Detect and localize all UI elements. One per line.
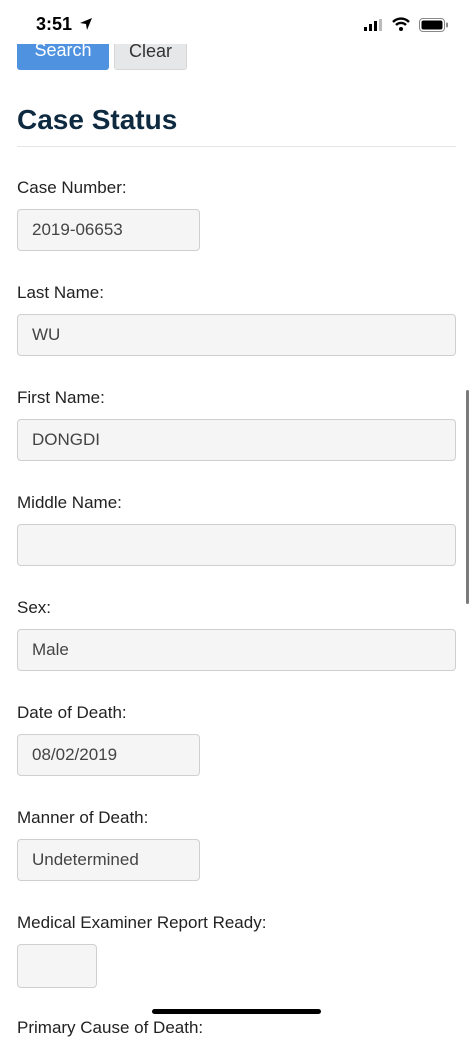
primary-cause-label: Primary Cause of Death:	[17, 1018, 204, 1037]
first-name-field[interactable]: DONGDI	[17, 419, 456, 461]
location-arrow-icon	[80, 18, 92, 30]
battery-icon	[419, 18, 448, 32]
manner-of-death-label: Manner of Death:	[17, 808, 149, 827]
divider	[17, 146, 456, 147]
case-number-field[interactable]: 2019-06653	[17, 209, 200, 251]
status-time: 3:51	[36, 14, 73, 34]
date-of-death-label: Date of Death:	[17, 703, 127, 722]
sex-field[interactable]: Male	[17, 629, 456, 671]
manner-of-death-field[interactable]: Undetermined	[17, 839, 200, 881]
middle-name-label: Middle Name:	[17, 493, 122, 512]
last-name-field[interactable]: WU	[17, 314, 456, 356]
me-report-ready-field[interactable]	[17, 944, 97, 988]
me-report-ready-label: Medical Examiner Report Ready:	[17, 913, 267, 932]
case-number-label: Case Number:	[17, 178, 127, 197]
scrollbar[interactable]	[466, 390, 469, 604]
wifi-icon	[392, 17, 410, 31]
cellular-signal-icon	[364, 19, 382, 31]
status-bar: 3:51	[0, 0, 473, 44]
home-indicator[interactable]	[152, 1009, 321, 1014]
date-of-death-field[interactable]: 08/02/2019	[17, 734, 200, 776]
middle-name-field[interactable]	[17, 524, 456, 566]
last-name-label: Last Name:	[17, 283, 104, 302]
first-name-label: First Name:	[17, 388, 105, 407]
page-title: Case Status	[17, 104, 178, 135]
sex-label: Sex:	[17, 598, 52, 617]
